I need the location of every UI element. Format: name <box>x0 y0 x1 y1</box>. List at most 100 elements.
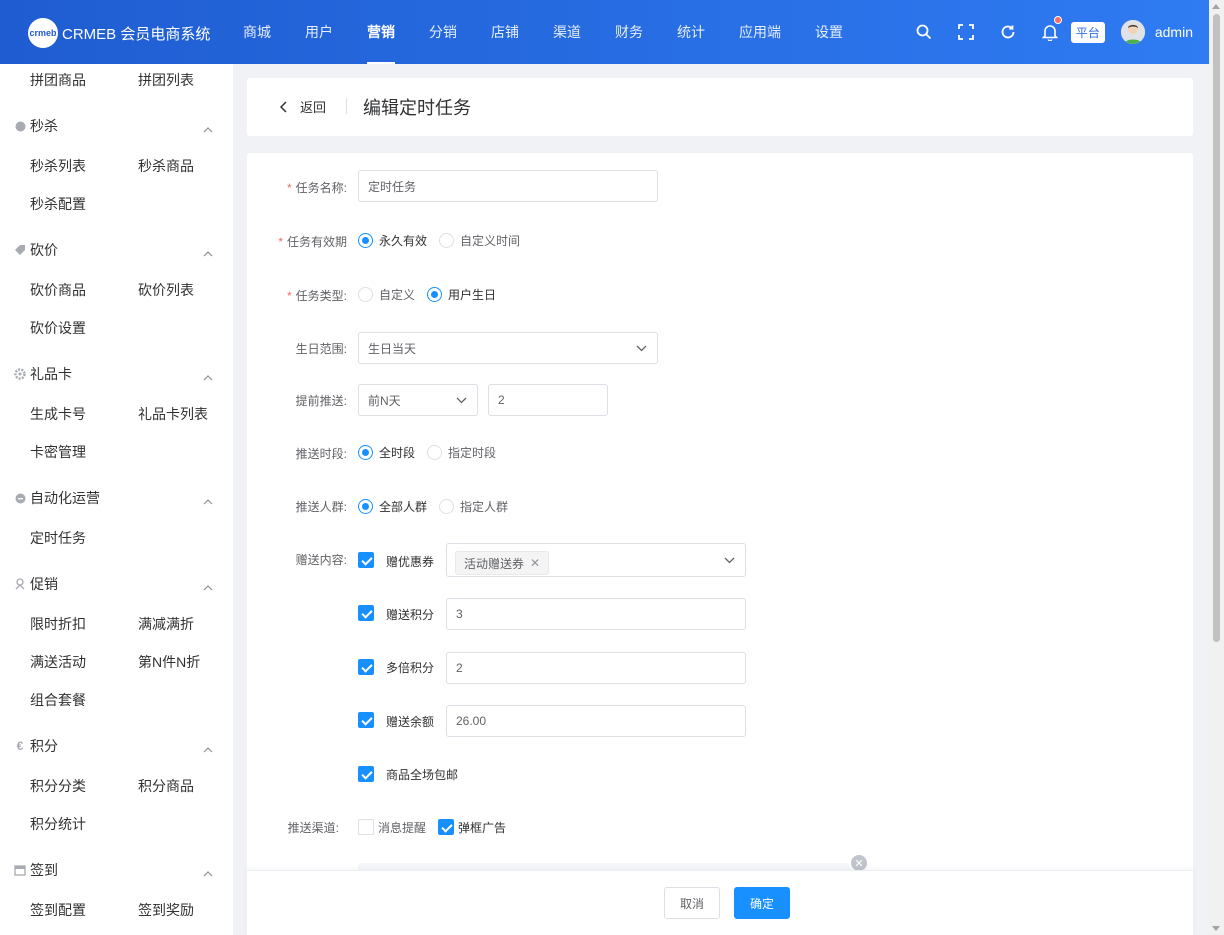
popup-ad-checkbox[interactable] <box>438 819 454 835</box>
gift-balance-label[interactable]: 赠送余额 <box>386 713 434 730</box>
message-reminder-label[interactable]: 消息提醒 <box>378 819 426 836</box>
validity-custom-label[interactable]: 自定义时间 <box>460 232 520 249</box>
push-period-all-radio[interactable] <box>358 445 373 460</box>
advance-days-input[interactable]: 2 <box>488 384 608 416</box>
push-period-specific-radio[interactable] <box>427 445 443 460</box>
cancel-button[interactable]: 取消 <box>664 887 720 919</box>
fullscreen-icon[interactable] <box>956 22 976 42</box>
sidebar-item-seckill-products[interactable]: 秒杀商品 <box>138 156 194 176</box>
sidebar-item-flash-discount[interactable]: 限时折扣 <box>30 614 86 634</box>
nav-item-finance[interactable]: 财务 <box>598 0 660 64</box>
sidebar-item-full-gift[interactable]: 满送活动 <box>30 652 86 672</box>
free-shipping-label[interactable]: 商品全场包邮 <box>386 766 458 783</box>
nav-item-users[interactable]: 用户 <box>288 0 350 64</box>
nav-item-store[interactable]: 店铺 <box>474 0 536 64</box>
validity-label: * 任务有效期 <box>278 235 347 249</box>
refresh-icon[interactable] <box>998 22 1018 42</box>
sidebar-group-seckill[interactable]: 秒杀 <box>14 116 219 136</box>
task-type-custom-radio[interactable] <box>358 287 373 302</box>
back-button[interactable]: 返回 <box>280 97 326 116</box>
push-crowd-specific-label[interactable]: 指定人群 <box>460 498 508 515</box>
sidebar-group-promotion[interactable]: 促销 <box>14 574 219 594</box>
validity-permanent-radio[interactable] <box>358 233 373 248</box>
sidebar-item-bargain-settings[interactable]: 砍价设置 <box>30 318 86 338</box>
scroll-down-arrow[interactable] <box>1212 926 1220 931</box>
top-header: crmeb CRMEB 会员电商系统 商城 用户 营销 分销 店铺 渠道 财务 … <box>0 0 1209 64</box>
scroll-up-arrow[interactable] <box>1212 4 1220 9</box>
sidebar-group-bargain[interactable]: 砍价 <box>14 240 219 260</box>
sidebar-item-bargain-list[interactable]: 砍价列表 <box>138 280 194 300</box>
task-type-custom-label[interactable]: 自定义 <box>379 286 415 303</box>
chevron-down-icon <box>636 342 647 357</box>
sidebar-item-seckill-config[interactable]: 秒杀配置 <box>30 194 86 214</box>
sidebar-item-generate-card[interactable]: 生成卡号 <box>30 404 86 424</box>
sidebar-group-automation[interactable]: 自动化运营 <box>14 488 219 508</box>
nav-item-stats[interactable]: 统计 <box>660 0 722 64</box>
sidebar-item-nth-discount[interactable]: 第N件N折 <box>138 652 200 672</box>
task-type-birthday-radio[interactable] <box>427 287 443 302</box>
popup-ad-label[interactable]: 弹框广告 <box>458 819 506 836</box>
sidebar-item-bundle[interactable]: 组合套餐 <box>30 690 86 710</box>
message-reminder-checkbox[interactable] <box>358 819 374 835</box>
free-shipping-checkbox[interactable] <box>358 766 374 782</box>
close-icon[interactable]: ✕ <box>530 556 540 570</box>
coupon-select[interactable]: 活动赠送券 ✕ <box>446 543 746 577</box>
logo[interactable]: crmeb CRMEB 会员电商系统 <box>28 18 210 48</box>
bell-icon[interactable] <box>1040 16 1062 42</box>
username[interactable]: admin <box>1155 24 1193 40</box>
sidebar-item-card-secret[interactable]: 卡密管理 <box>30 442 86 462</box>
nav-item-settings[interactable]: 设置 <box>798 0 860 64</box>
multiple-points-label[interactable]: 多倍积分 <box>386 659 434 676</box>
validity-permanent-label[interactable]: 永久有效 <box>379 232 427 249</box>
sidebar-item-points-stats[interactable]: 积分统计 <box>30 814 86 834</box>
sidebar-item-giftcard-list[interactable]: 礼品卡列表 <box>138 404 208 424</box>
platform-badge[interactable]: 平台 <box>1070 21 1105 43</box>
gift-balance-input[interactable]: 26.00 <box>446 705 746 737</box>
push-period-specific-label[interactable]: 指定时段 <box>448 444 496 461</box>
gift-balance-checkbox[interactable] <box>358 712 374 728</box>
sidebar-item-bargain-products[interactable]: 砍价商品 <box>30 280 86 300</box>
nav-item-distribution[interactable]: 分销 <box>412 0 474 64</box>
sidebar-item-checkin-reward[interactable]: 签到奖励 <box>138 900 194 920</box>
sidebar-item-scheduled-task[interactable]: 定时任务 <box>30 528 86 548</box>
push-crowd-all-radio[interactable] <box>358 499 373 514</box>
page-scrollbar[interactable] <box>1209 0 1224 935</box>
sidebar-item-points-category[interactable]: 积分分类 <box>30 776 86 796</box>
coupon-tag: 活动赠送券 ✕ <box>455 551 550 575</box>
sidebar-item-seckill-list[interactable]: 秒杀列表 <box>30 156 86 176</box>
sidebar-item-points-products[interactable]: 积分商品 <box>138 776 194 796</box>
sidebar-group-giftcard[interactable]: 礼品卡 <box>14 364 219 384</box>
task-type-birthday-label[interactable]: 用户生日 <box>448 286 496 303</box>
page-title: 编辑定时任务 <box>363 98 471 118</box>
gift-points-input[interactable]: 3 <box>446 598 746 630</box>
sidebar-item-group-products[interactable]: 拼团商品 <box>30 70 86 90</box>
sidebar-group-points[interactable]: € 积分 <box>14 736 219 756</box>
nav-item-apps[interactable]: 应用端 <box>722 0 798 64</box>
nav-item-marketing[interactable]: 营销 <box>350 0 412 64</box>
sidebar-item-group-list[interactable]: 拼团列表 <box>138 70 194 90</box>
multiple-points-input[interactable]: 2 <box>446 652 746 684</box>
avatar[interactable] <box>1120 20 1145 44</box>
gift-coupon-checkbox[interactable] <box>358 552 374 568</box>
task-name-input[interactable]: 定时任务 <box>358 170 658 202</box>
push-crowd-all-label[interactable]: 全部人群 <box>379 498 427 515</box>
multiple-points-checkbox[interactable] <box>358 659 374 675</box>
gift-coupon-label[interactable]: 赠优惠券 <box>386 553 434 570</box>
chevron-up-icon <box>203 864 213 880</box>
sidebar-item-full-reduction[interactable]: 满减满折 <box>138 614 194 634</box>
validity-custom-radio[interactable] <box>439 233 455 248</box>
chevron-down-icon <box>456 394 467 409</box>
push-crowd-specific-radio[interactable] <box>439 499 455 514</box>
gift-points-label[interactable]: 赠送积分 <box>386 606 434 623</box>
gift-points-checkbox[interactable] <box>358 605 374 621</box>
search-icon[interactable] <box>914 22 934 42</box>
advance-push-select[interactable]: 前N天 <box>358 384 478 416</box>
sidebar-item-checkin-config[interactable]: 签到配置 <box>30 900 86 920</box>
birthday-range-select[interactable]: 生日当天 <box>358 332 658 364</box>
nav-item-channel[interactable]: 渠道 <box>536 0 598 64</box>
scroll-thumb[interactable] <box>1213 14 1220 642</box>
sidebar-group-checkin[interactable]: 签到 <box>14 860 219 880</box>
nav-item-mall[interactable]: 商城 <box>226 0 288 64</box>
push-period-all-label[interactable]: 全时段 <box>379 444 415 461</box>
confirm-button[interactable]: 确定 <box>734 887 790 919</box>
